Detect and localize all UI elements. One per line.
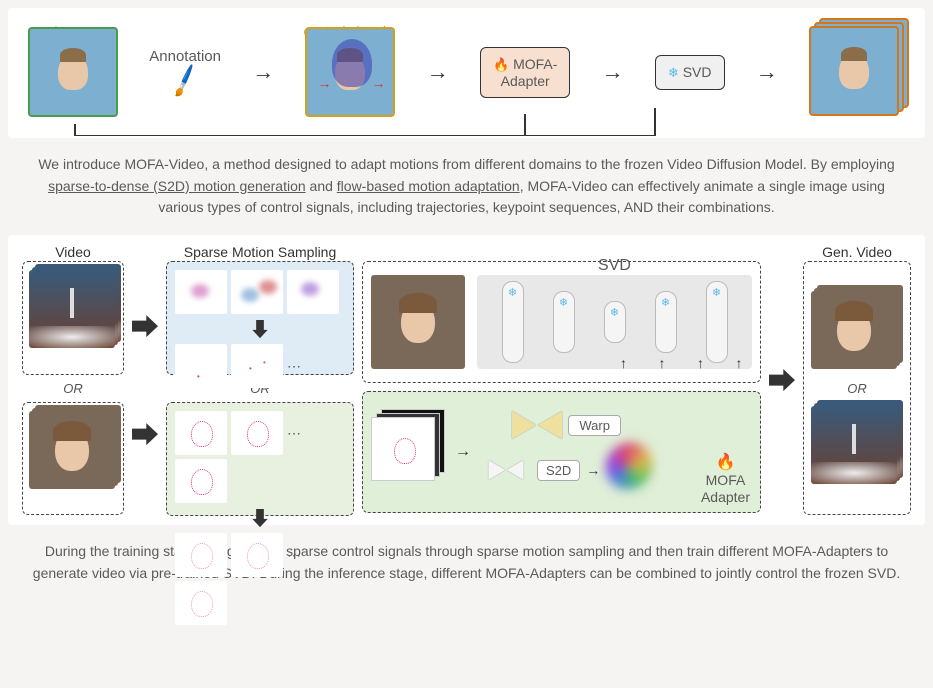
video-input-panel-1: Video bbox=[22, 261, 124, 375]
video-label: Video bbox=[55, 244, 91, 260]
mofa-adapter-label: 🔥 MOFA Adapter bbox=[701, 453, 750, 506]
annotation-step: Annotation 🖌️ bbox=[149, 48, 221, 96]
arrow-icon: → bbox=[252, 59, 274, 85]
snowflake-icon: ❄ bbox=[712, 286, 721, 299]
arrow-down-icon bbox=[252, 509, 267, 527]
mofa-adapter-label: MOFA- Adapter bbox=[501, 56, 558, 89]
connector-line bbox=[524, 114, 526, 136]
caption-underline: sparse-to-dense (S2D) motion generation bbox=[48, 178, 306, 194]
s2d-encoder bbox=[489, 460, 524, 480]
arrow-down-icon bbox=[252, 320, 267, 338]
mofa-adapter-panel: → Warp S2D → 🔥 MOFA Adapte bbox=[362, 391, 761, 513]
caption-text: We introduce MOFA-Video, a method design… bbox=[38, 156, 894, 172]
gen-video-panel: Gen. Video OR bbox=[803, 261, 911, 515]
input-image bbox=[28, 27, 118, 117]
output-video-stack bbox=[809, 24, 905, 120]
architecture-diagram: Video OR Sparse Motion Sampling bbox=[8, 235, 925, 525]
caption-2: During the training stage, we generate s… bbox=[0, 533, 933, 592]
svd-label: SVD bbox=[683, 64, 712, 80]
feature-stack bbox=[371, 415, 445, 489]
mofa-adapter-box: 🔥 MOFA- Adapter bbox=[480, 47, 570, 98]
warp-encoder bbox=[512, 411, 562, 439]
arrow-icon bbox=[132, 423, 158, 445]
svd-unet-panel: First Frame SVD ❄ ❄ ❄ ❄ ❄ ↑ ↑ ↑ ↑ bbox=[362, 261, 761, 383]
snowflake-icon: ❄ bbox=[610, 306, 619, 319]
sparse-motion-panel-flow: Sparse Motion Sampling • •• ⋯ • bbox=[166, 261, 354, 375]
or-label: OR bbox=[22, 381, 124, 396]
s2d-label: S2D bbox=[537, 460, 580, 481]
arrow-icon: → bbox=[455, 443, 471, 461]
connector-line bbox=[654, 108, 656, 136]
connector-line bbox=[74, 135, 654, 137]
arrow-icon: → bbox=[756, 59, 778, 85]
svd-unet: SVD ❄ ❄ ❄ ❄ ❄ ↑ ↑ ↑ ↑ bbox=[477, 275, 752, 369]
svd-box: ❄ SVD bbox=[655, 55, 725, 90]
adapter-text: MOFA Adapter bbox=[701, 472, 750, 505]
arrow-icon: → bbox=[602, 59, 624, 85]
arrow-icon: → bbox=[427, 59, 449, 85]
fire-icon: 🔥 bbox=[493, 57, 509, 72]
snowflake-icon: ❄ bbox=[661, 296, 670, 309]
snowflake-icon: ❄ bbox=[508, 286, 517, 299]
sparse-sampling-label: Sparse Motion Sampling bbox=[184, 244, 337, 260]
arrow-icon bbox=[132, 315, 158, 337]
arrow-icon bbox=[769, 369, 795, 391]
snowflake-icon: ❄ bbox=[559, 296, 568, 309]
pipeline-diagram-top: Image Annotation 🖌️ → control signals → … bbox=[8, 8, 925, 138]
control-signals-image: → → bbox=[305, 27, 395, 117]
fire-icon: 🔥 bbox=[701, 453, 750, 472]
gen-video-label: Gen. Video bbox=[822, 244, 892, 260]
caption-1: We introduce MOFA-Video, a method design… bbox=[0, 146, 933, 227]
connector-line bbox=[74, 124, 76, 136]
video-input-panel-2 bbox=[22, 402, 124, 516]
svd-unet-label: SVD bbox=[598, 257, 631, 275]
caption-text: and bbox=[306, 178, 337, 194]
flow-field bbox=[606, 447, 648, 489]
first-frame-image bbox=[371, 275, 465, 369]
caption-underline: flow-based motion adaptation bbox=[337, 178, 520, 194]
or-label: OR bbox=[847, 381, 867, 396]
sparse-motion-panel-landmark: ⋯ ⋯ bbox=[166, 402, 354, 516]
snowflake-icon: ❄ bbox=[668, 65, 679, 80]
warp-label: Warp bbox=[568, 415, 621, 436]
arrow-icon: → bbox=[586, 462, 600, 478]
